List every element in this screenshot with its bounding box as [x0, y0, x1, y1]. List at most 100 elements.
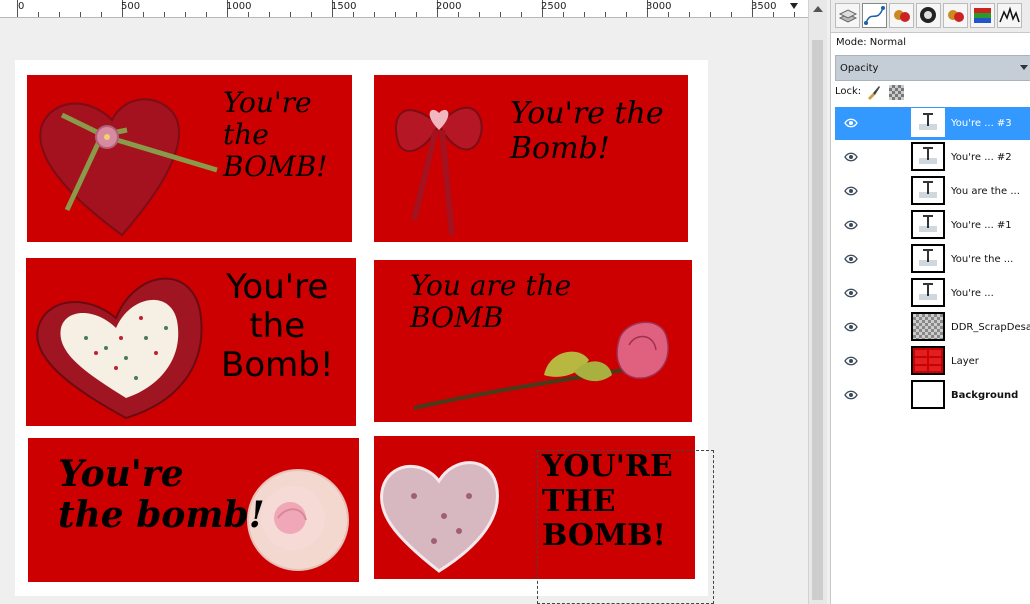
scrollbar-thumb[interactable]: [812, 40, 823, 600]
brushes-icon: [894, 10, 910, 22]
visibility-eye-icon[interactable]: [844, 356, 858, 366]
visibility-eye-icon[interactable]: [844, 118, 858, 128]
layer-row[interactable]: You're ... #1: [835, 209, 1030, 243]
ruler-tick: [605, 12, 606, 17]
layer-thumbnail: [911, 346, 945, 375]
ruler-label: 500: [121, 1, 141, 12]
text-layer-icon: [919, 181, 937, 198]
ruler-menu-arrow-icon[interactable]: [790, 3, 798, 9]
ruler-tick: [458, 12, 459, 17]
lock-label: Lock:: [835, 86, 862, 97]
ruler-label: 3500: [751, 1, 777, 12]
visibility-eye-icon[interactable]: [844, 390, 858, 400]
layer-name: You are the ...: [951, 186, 1020, 197]
dock-tabs: [831, 0, 1030, 33]
ruler-label: 0: [18, 1, 25, 12]
lock-pixels-brush-icon[interactable]: [865, 84, 881, 100]
tab-layers[interactable]: [835, 3, 860, 28]
layer-thumbnail: [911, 176, 945, 205]
card-2-text: You're the Bomb!: [510, 96, 664, 166]
tab-gradients[interactable]: [916, 3, 941, 28]
card-4[interactable]: You are the BOMB: [374, 260, 692, 422]
tab-histogram[interactable]: [997, 3, 1022, 28]
lock-row: Lock:: [835, 85, 904, 100]
visibility-eye-icon[interactable]: [844, 220, 858, 230]
tab-patterns[interactable]: [943, 3, 968, 28]
layer-row[interactable]: Background: [835, 379, 1030, 413]
layer-name: You're ... #2: [951, 152, 1012, 163]
layer-thumbnail: [911, 278, 945, 307]
ruler-tick: [710, 12, 711, 17]
ruler-tick: [374, 12, 375, 17]
visibility-eye-icon[interactable]: [844, 322, 858, 332]
tab-brushes[interactable]: [889, 3, 914, 28]
layer-row[interactable]: Layer: [835, 345, 1030, 379]
ruler-tick: [416, 12, 417, 17]
ruler-tick: [626, 12, 627, 17]
layer-name: You're ... #3: [951, 118, 1012, 129]
scroll-up-icon[interactable]: [813, 6, 823, 12]
ruler-tick: [164, 12, 165, 17]
ruler-tick: [689, 12, 690, 17]
text-layer-icon: [919, 113, 937, 130]
layer-mode-label[interactable]: Mode: Normal: [836, 37, 906, 48]
paths-icon: [864, 6, 885, 25]
ruler-tick: [185, 12, 186, 17]
opacity-arrow-icon[interactable]: [1020, 65, 1028, 70]
ruler-tick: [479, 12, 480, 17]
visibility-eye-icon[interactable]: [844, 288, 858, 298]
tab-palettes[interactable]: [970, 3, 995, 28]
visibility-eye-icon[interactable]: [844, 254, 858, 264]
ruler-tick: [584, 12, 585, 17]
layer-row[interactable]: You're ...: [835, 277, 1030, 311]
ruler-tick: [269, 12, 270, 17]
layer-thumbnail: [911, 210, 945, 239]
ruler-label: 2500: [541, 1, 567, 12]
layer-name: You're ... #1: [951, 220, 1012, 231]
layer-name: DDR_ScrapDesafio: [951, 322, 1030, 333]
layer-row[interactable]: DDR_ScrapDesafio: [835, 311, 1030, 345]
text-layer-icon: [919, 283, 937, 300]
vertical-scrollbar[interactable]: [808, 0, 827, 604]
opacity-slider[interactable]: Opacity: [835, 55, 1030, 81]
card-6-text: YOU'RE THE BOMB!: [542, 449, 673, 553]
layer-row[interactable]: You're the ...: [835, 243, 1030, 277]
tab-paths[interactable]: [862, 3, 887, 28]
layer-thumbnail: [911, 108, 945, 137]
ruler-label: 3000: [646, 1, 672, 12]
ruler-label: 1500: [331, 1, 357, 12]
ruler-tick: [38, 12, 39, 17]
layer-name: You're the ...: [951, 254, 1014, 265]
layers-list: You're ... #3 You're ... #2 You are the ..…: [835, 107, 1030, 413]
layer-thumbnail: [911, 142, 945, 171]
layer-name: Background: [951, 390, 1019, 401]
ruler-tick: [59, 12, 60, 17]
card-3-text: You're the Bomb!: [221, 267, 334, 386]
gradient-icon: [920, 7, 936, 23]
layer-name: Layer: [951, 356, 979, 367]
histogram-icon: [999, 6, 1020, 23]
ruler-tick: [80, 12, 81, 17]
ruler-label: 2000: [436, 1, 462, 12]
layer-row[interactable]: You're ... #3: [835, 107, 1030, 141]
visibility-eye-icon[interactable]: [844, 186, 858, 196]
ruler-tick: [311, 12, 312, 17]
card-4-text: You are the BOMB: [410, 269, 572, 335]
card-1[interactable]: You're the BOMB!: [27, 75, 352, 242]
ruler-tick: [668, 12, 669, 17]
ruler-tick: [395, 12, 396, 17]
layer-name: You're ...: [951, 288, 994, 299]
card-5[interactable]: You're the bomb!: [28, 438, 359, 582]
lock-alpha-icon[interactable]: [889, 85, 904, 100]
layer-row[interactable]: You are the ...: [835, 175, 1030, 209]
layer-thumbnail: [911, 380, 945, 409]
ruler-tick: [731, 12, 732, 17]
ruler-tick: [563, 12, 564, 17]
layer-row[interactable]: You're ... #2: [835, 141, 1030, 175]
visibility-eye-icon[interactable]: [844, 152, 858, 162]
ruler-tick: [773, 12, 774, 17]
card-2[interactable]: You're the Bomb!: [374, 75, 688, 242]
card-6[interactable]: YOU'RE THE BOMB!: [374, 436, 695, 579]
card-3[interactable]: You're the Bomb!: [26, 258, 356, 426]
ruler-tick: [143, 12, 144, 17]
